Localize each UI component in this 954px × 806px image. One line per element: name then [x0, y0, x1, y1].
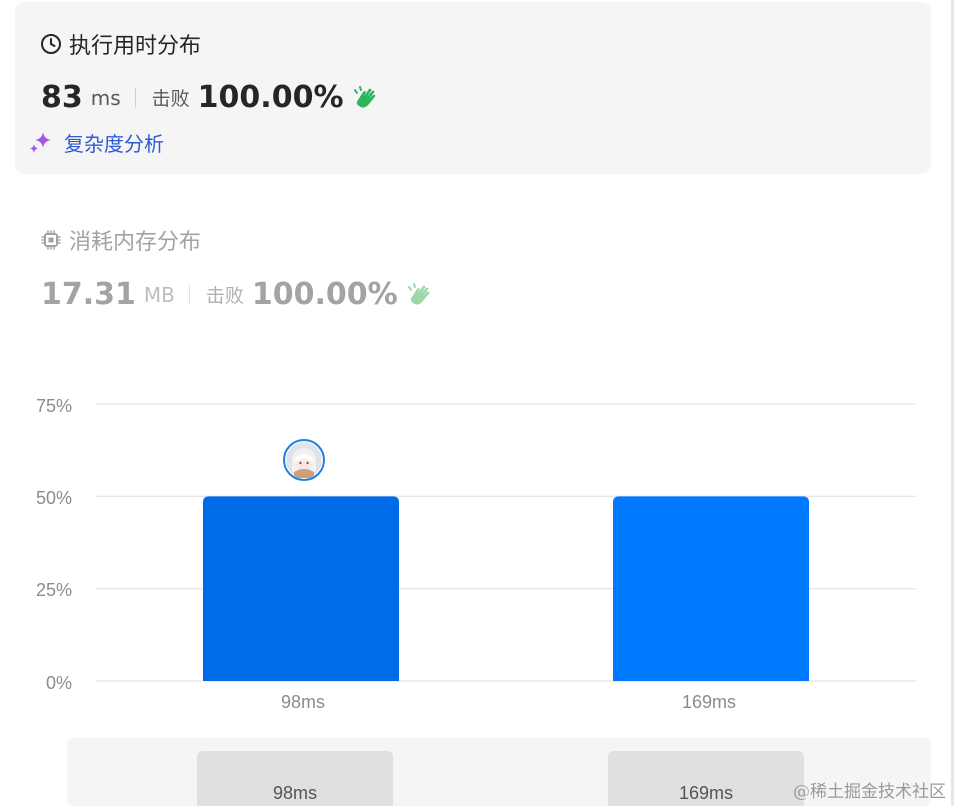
runtime-title-text: 执行用时分布: [69, 34, 202, 59]
memory-metric: 17.31 MB 击败 100.00%: [41, 277, 434, 312]
y-tick-label: 50%: [35, 488, 72, 508]
chart-bar[interactable]: [203, 496, 399, 681]
clap-icon: [352, 84, 380, 112]
runtime-title: 执行用时分布: [40, 28, 201, 60]
runtime-beat-label: 击败: [151, 88, 190, 110]
clap-icon: [406, 281, 434, 309]
range-slider-end-handle[interactable]: 169ms: [608, 751, 804, 806]
range-end-label: 169ms: [678, 783, 734, 803]
watermark: @稀土掘金技术社区: [793, 782, 946, 802]
x-tick-label: 169ms: [681, 692, 737, 712]
memory-value: 17.31: [41, 277, 136, 312]
y-tick-label: 75%: [35, 396, 72, 416]
user-avatar: [283, 439, 325, 481]
chart-bar[interactable]: [613, 496, 809, 681]
memory-beat-percent: 100.00%: [251, 277, 398, 312]
y-tick-label: 0%: [45, 673, 72, 693]
y-tick-label: 25%: [35, 580, 72, 600]
runtime-value: 83: [41, 80, 83, 115]
range-slider-start-handle[interactable]: 98ms: [197, 751, 393, 806]
divider: [134, 87, 136, 108]
memory-beat-label: 击败: [205, 285, 244, 307]
complexity-analysis-link[interactable]: 复杂度分析: [28, 128, 164, 157]
runtime-metric: 83 ms 击败 100.00%: [41, 80, 380, 115]
sparkle-icon: [28, 130, 54, 156]
memory-title-text: 消耗内存分布: [69, 230, 202, 255]
clock-icon: [40, 33, 62, 55]
runtime-beat-percent: 100.00%: [197, 80, 344, 115]
divider: [188, 284, 190, 305]
range-start-label: 98ms: [272, 783, 317, 803]
chip-icon: [40, 229, 62, 251]
runtime-unit: ms: [90, 85, 121, 110]
memory-unit: MB: [143, 282, 175, 307]
avatar-image: [286, 442, 322, 478]
memory-title[interactable]: 消耗内存分布: [40, 224, 201, 256]
complexity-analysis-label: 复杂度分析: [64, 132, 164, 156]
x-tick-label: 98ms: [280, 692, 325, 712]
